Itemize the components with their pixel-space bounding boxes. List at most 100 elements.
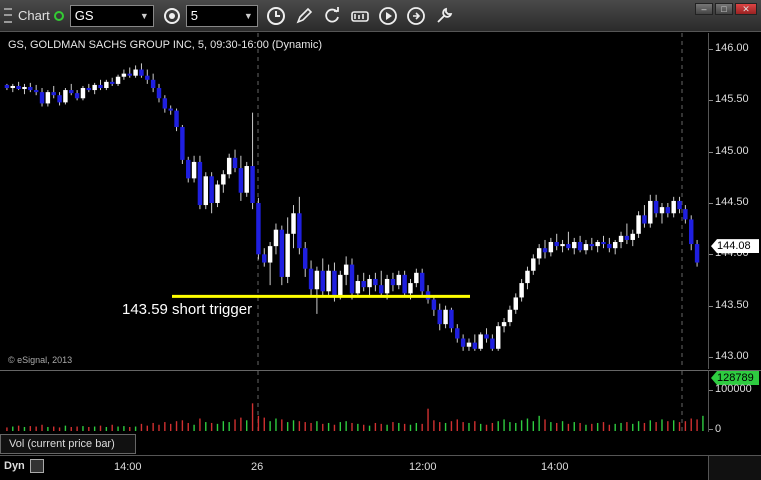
volume-study-label[interactable]: Vol (current price bar) bbox=[0, 434, 136, 454]
volume-bar bbox=[58, 427, 61, 431]
volume-bar bbox=[509, 422, 511, 431]
candle-body bbox=[186, 159, 191, 179]
time-template-button[interactable] bbox=[264, 4, 288, 28]
volume-bar bbox=[497, 421, 499, 431]
price-panel[interactable]: GS, GOLDMAN SACHS GROUP INC, 5, 09:30-16… bbox=[0, 33, 708, 369]
volume-panel[interactable] bbox=[0, 370, 710, 433]
volume-bar bbox=[649, 420, 651, 431]
volume-bar bbox=[29, 426, 32, 431]
interval-value: 5 bbox=[190, 8, 199, 23]
interval-input[interactable]: 5 ▼ bbox=[185, 4, 258, 27]
draw-tool-button[interactable] bbox=[292, 4, 316, 28]
candle-body bbox=[683, 209, 688, 220]
candle-body bbox=[150, 79, 156, 89]
minimize-button[interactable]: – bbox=[695, 3, 713, 15]
volume-bar bbox=[474, 421, 476, 431]
volume-bar bbox=[433, 420, 435, 431]
volume-bar bbox=[47, 426, 49, 431]
volume-bar bbox=[134, 426, 137, 431]
candle-body bbox=[232, 157, 238, 169]
candle-body bbox=[57, 95, 62, 103]
price-tick-label: 143.50 bbox=[715, 298, 749, 311]
volume-bar bbox=[263, 417, 265, 431]
volume-bar bbox=[292, 420, 295, 431]
candle-body bbox=[589, 244, 595, 247]
tools-button[interactable] bbox=[432, 4, 456, 28]
volume-bar bbox=[403, 423, 406, 431]
price-axis[interactable]: 146.00 145.50 145.00 144.50 144.00 143.50 143.… bbox=[708, 33, 761, 369]
candle-body bbox=[648, 200, 653, 224]
volume-bar bbox=[193, 424, 195, 431]
trigger-annotation: 143.59 short trigger bbox=[122, 301, 253, 318]
candle-body bbox=[115, 76, 121, 84]
bar-type-button[interactable] bbox=[348, 4, 372, 28]
volume-bar bbox=[661, 419, 663, 431]
candle-body bbox=[507, 309, 513, 323]
volume-axis[interactable]: 128789 100000 0 bbox=[708, 370, 761, 435]
candle-body bbox=[361, 281, 366, 288]
volume-bar bbox=[146, 425, 148, 431]
candle-body bbox=[671, 200, 676, 214]
volume-bar bbox=[310, 422, 312, 431]
volume-bar bbox=[702, 415, 704, 431]
candle-body bbox=[51, 92, 56, 96]
options-button[interactable] bbox=[404, 4, 428, 28]
candle-body bbox=[145, 75, 150, 80]
volume-bar bbox=[450, 421, 453, 431]
candle-body bbox=[501, 322, 507, 327]
candle-body bbox=[191, 161, 197, 179]
close-button[interactable]: ✕ bbox=[735, 3, 757, 15]
candle-body bbox=[349, 264, 355, 294]
volume-bar bbox=[222, 421, 225, 431]
candle-body bbox=[472, 342, 478, 349]
volume-bar bbox=[76, 426, 78, 431]
maximize-button[interactable]: □ bbox=[715, 3, 733, 15]
candle-body bbox=[367, 278, 372, 288]
candle-body bbox=[302, 248, 308, 269]
time-tick-label: 14:00 bbox=[541, 461, 569, 473]
candle-body bbox=[525, 270, 530, 284]
candle-body bbox=[314, 270, 320, 290]
chevron-down-icon[interactable]: ▼ bbox=[244, 11, 253, 21]
price-axis-tick bbox=[709, 151, 713, 153]
refresh-button[interactable] bbox=[320, 4, 344, 28]
volume-bar bbox=[64, 425, 67, 431]
candle-body bbox=[577, 242, 583, 251]
time-tick-label: 12:00 bbox=[409, 461, 437, 473]
candle-body bbox=[519, 283, 524, 298]
grip-icon[interactable] bbox=[4, 6, 14, 26]
price-tick-label: 145.50 bbox=[715, 93, 749, 106]
candle-body bbox=[513, 297, 518, 310]
volume-bar bbox=[23, 426, 26, 431]
chart-title: GS, GOLDMAN SACHS GROUP INC, 5, 09:30-16… bbox=[8, 39, 322, 51]
dynamic-scale-icon[interactable] bbox=[30, 459, 44, 473]
candle-body bbox=[16, 85, 21, 90]
cursor-icon bbox=[406, 6, 425, 25]
volume-bar bbox=[678, 422, 681, 431]
chevron-down-icon[interactable]: ▼ bbox=[140, 11, 149, 21]
candle-body bbox=[630, 233, 635, 240]
price-tick-label: 146.00 bbox=[715, 42, 749, 54]
candle-body bbox=[320, 270, 325, 292]
candle-body bbox=[86, 88, 92, 91]
volume-bar bbox=[672, 420, 675, 431]
volume-bar bbox=[444, 422, 447, 431]
symbol-input[interactable]: GS ▼ bbox=[69, 4, 154, 27]
candle-body bbox=[449, 309, 454, 329]
volume-bar bbox=[567, 423, 570, 431]
candle-body bbox=[69, 90, 74, 94]
candle-body bbox=[285, 233, 290, 277]
candle-body bbox=[636, 215, 641, 234]
link-settings-button[interactable] bbox=[160, 4, 184, 28]
volume-bar bbox=[322, 423, 324, 431]
volume-bar bbox=[351, 422, 353, 431]
volume-bar bbox=[398, 422, 400, 431]
volume-bar bbox=[140, 423, 143, 431]
volume-bar bbox=[415, 422, 418, 431]
volume-bar bbox=[129, 426, 131, 431]
volume-bar bbox=[53, 426, 55, 431]
time-axis[interactable]: Dyn 14:00 26 12:00 14:00 bbox=[0, 455, 761, 480]
wrench-icon bbox=[437, 7, 453, 23]
candle-body bbox=[273, 229, 279, 247]
play-button[interactable] bbox=[376, 4, 400, 28]
